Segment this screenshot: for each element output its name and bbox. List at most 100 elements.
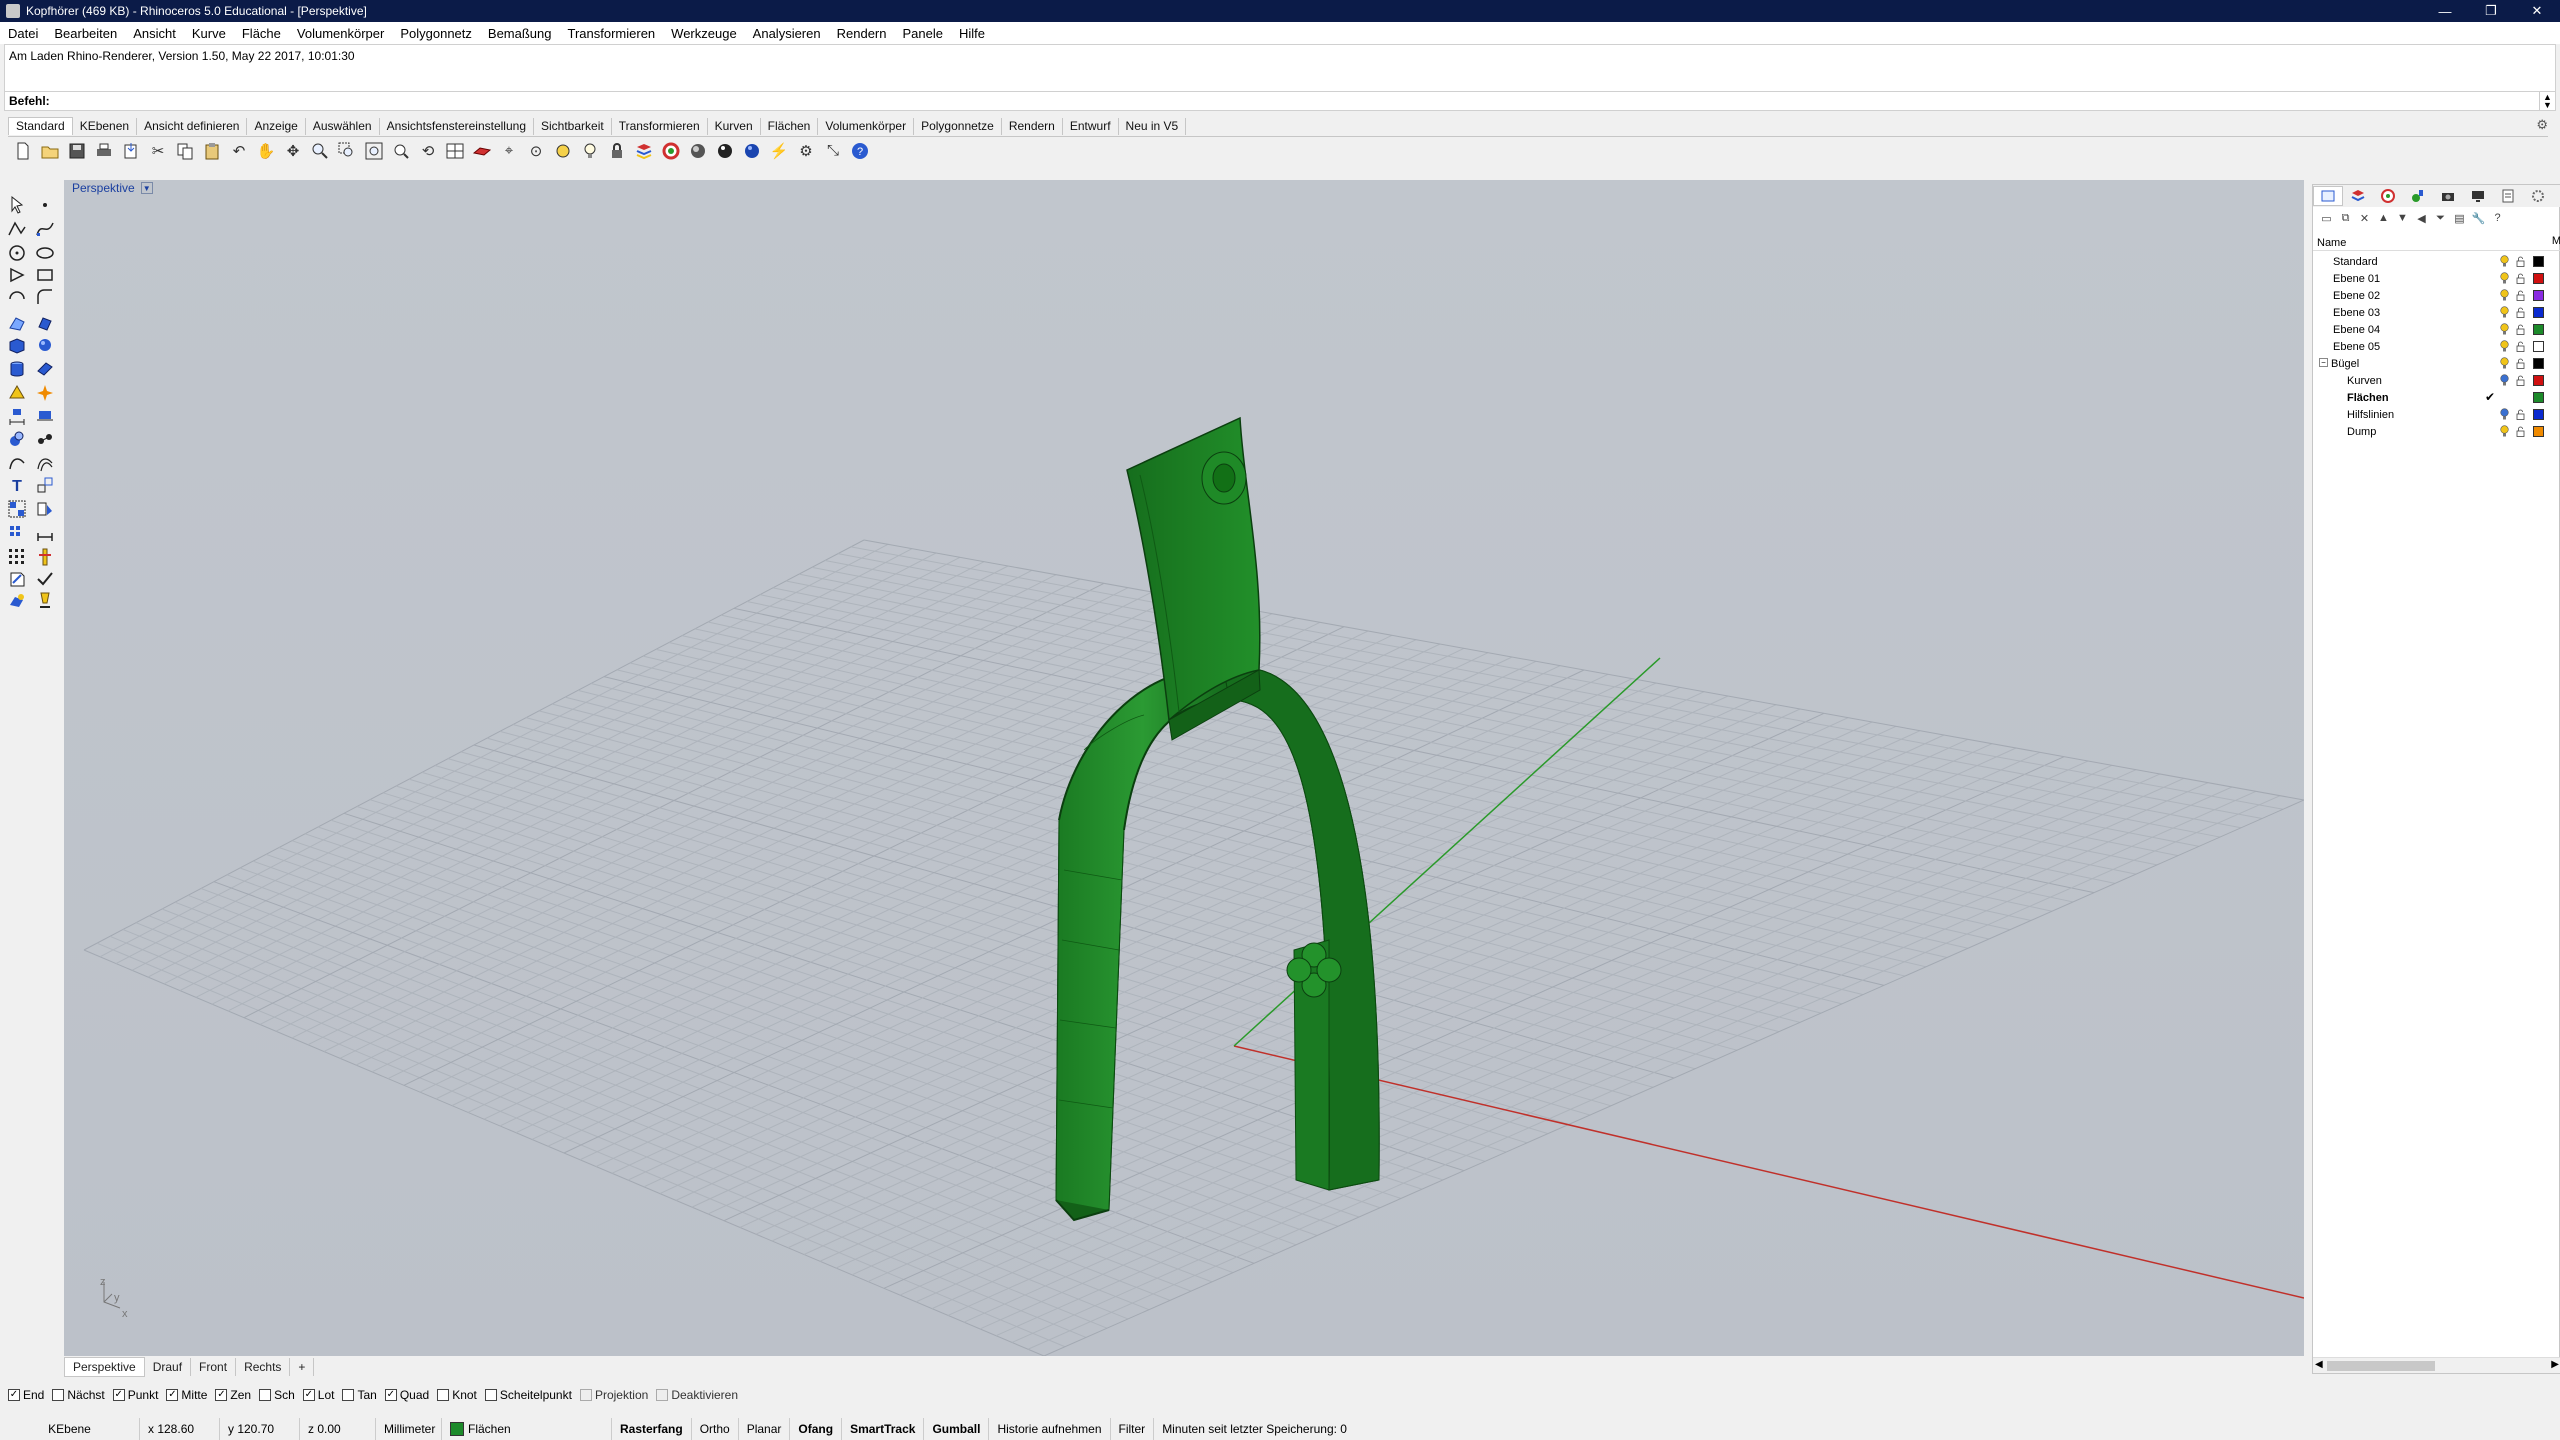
open-file-icon[interactable] [39,140,61,162]
osnap-checkbox[interactable]: ✓ [8,1389,20,1401]
status-toggle-planar[interactable]: Planar [739,1418,791,1440]
offset-curve-icon[interactable] [34,452,56,474]
select-arrow-icon[interactable] [6,194,28,216]
menu-fläche[interactable]: Fläche [234,26,289,41]
viewport-menu-arrow-icon[interactable]: ▼ [140,182,153,194]
move-up-icon[interactable]: ▲ [2374,210,2393,226]
toolbar-tab-sichtbarkeit[interactable]: Sichtbarkeit [534,118,612,135]
toolbar-options-gear-icon[interactable]: ⚙ [2536,117,2548,133]
light-bulb-icon[interactable] [579,140,601,162]
status-toggle-rasterfang[interactable]: Rasterfang [612,1418,692,1440]
layers-tab-icon[interactable] [2343,186,2373,206]
layer-lock-icon[interactable] [2516,256,2525,267]
menu-volumenkörper[interactable]: Volumenkörper [289,26,392,41]
viewport-tab-perspektive[interactable]: Perspektive [64,1357,145,1377]
menu-bearbeiten[interactable]: Bearbeiten [46,26,125,41]
analyze-ruler-icon[interactable] [34,546,56,568]
print-icon[interactable] [93,140,115,162]
camera-tab-icon[interactable] [2433,186,2463,206]
osnap-sch[interactable]: Sch [259,1388,295,1402]
array-icon[interactable] [6,522,28,544]
layer-visibility-bulb-icon[interactable] [2500,408,2509,420]
layer-visibility-bulb-icon[interactable] [2500,289,2509,301]
minimize-button[interactable]: — [2422,0,2468,22]
move-down-icon[interactable]: ▼ [2393,210,2412,226]
toolbar-tab-entwurf[interactable]: Entwurf [1063,118,1119,135]
layer-lock-icon[interactable] [2516,341,2525,352]
box-icon[interactable] [6,334,28,356]
layer-visibility-bulb-icon[interactable] [2500,272,2509,284]
osnap-projektion[interactable]: Projektion [579,1388,648,1402]
cut-icon[interactable]: ✂ [147,140,169,162]
toolbar-tab-kurven[interactable]: Kurven [708,118,761,135]
viewport-tab-rechts[interactable]: Rechts [236,1358,291,1376]
surface-from-curves-icon[interactable] [6,312,28,334]
mesh-icon[interactable] [6,382,28,404]
osnap-end[interactable]: ✓ End [8,1388,44,1402]
status-toggle-ofang[interactable]: Ofang [790,1418,843,1440]
new-file-icon[interactable] [12,140,34,162]
add-viewport-tab-button[interactable]: + [290,1358,315,1376]
osnap-punkt[interactable]: ✓ Punkt [112,1388,158,1402]
osnap-checkbox[interactable] [579,1389,592,1401]
viewport-tab-front[interactable]: Front [191,1358,237,1376]
array-grid-icon[interactable] [6,546,28,568]
layer-color-swatch[interactable] [2533,392,2544,403]
scroll-thumb[interactable] [2327,1361,2435,1371]
polygon-icon[interactable] [6,264,28,286]
rendered-sphere-icon[interactable] [714,140,736,162]
scroll-left-icon[interactable]: ◀ [2315,1359,2323,1370]
layer-row[interactable]: Kurven [2313,372,2560,389]
delete-layer-icon[interactable]: ✕ [2355,210,2374,226]
undo-icon[interactable]: ↶ [228,140,250,162]
current-layer-check-icon[interactable]: ✔ [2485,390,2495,404]
osnap-scheitelpunkt[interactable]: Scheitelpunkt [484,1388,572,1402]
check-icon[interactable] [34,568,56,590]
layer-row[interactable]: − Bügel [2313,355,2560,372]
layer-lock-icon[interactable] [2516,307,2525,318]
render-icon[interactable] [741,140,763,162]
osnap-checkbox[interactable] [656,1389,669,1401]
restore-button[interactable]: ❐ [2468,0,2514,22]
status-layer[interactable]: Flächen [442,1418,612,1440]
osnap-tan[interactable]: Tan [342,1388,377,1402]
menu-transformieren[interactable]: Transformieren [560,26,664,41]
layer-visibility-bulb-icon[interactable] [2500,374,2509,386]
import-icon[interactable] [120,140,142,162]
layer-color-swatch[interactable] [2533,341,2544,352]
menu-hilfe[interactable]: Hilfe [951,26,993,41]
help-icon[interactable]: ? [849,140,871,162]
filter-icon[interactable]: ⏷ [2431,210,2450,226]
lock-icon[interactable] [606,140,628,162]
cplane-icon[interactable] [471,140,493,162]
toolbar-tab-anzeige[interactable]: Anzeige [247,118,306,135]
layer-color-swatch[interactable] [2533,273,2544,284]
cylinder-icon[interactable] [6,358,28,380]
copy-icon[interactable] [174,140,196,162]
menu-bemaßung[interactable]: Bemaßung [480,26,560,41]
layer-help-icon[interactable]: ? [2488,210,2507,226]
layer-visibility-bulb-icon[interactable] [2500,323,2509,335]
zoom-icon[interactable] [309,140,331,162]
perspective-viewport[interactable]: z y x [64,180,2304,1356]
menu-panele[interactable]: Panele [894,26,950,41]
osnap-checkbox[interactable]: ✓ [302,1389,315,1401]
layer-color-swatch[interactable] [2533,290,2544,301]
solid-tools-icon[interactable] [6,428,28,450]
layer-color-swatch[interactable] [2533,358,2544,369]
light-tools-icon[interactable] [34,590,56,612]
save-icon[interactable] [66,140,88,162]
layer-row[interactable]: Standard [2313,253,2560,270]
toolbar-tab-ansichtsfenstereinstellung[interactable]: Ansichtsfenstereinstellung [380,118,534,135]
zoom-selected-icon[interactable] [390,140,412,162]
ellipse-icon[interactable] [34,242,56,264]
panel-horizontal-scrollbar[interactable]: ◀ ▶ [2313,1357,2560,1373]
osnap-checkbox[interactable]: ✓ [112,1389,125,1401]
toolbar-tab-neu-in-v5[interactable]: Neu in V5 [1119,118,1187,135]
select-objects-icon[interactable]: ⊙ [525,140,547,162]
osnap-checkbox[interactable]: ✓ [166,1389,179,1401]
layer-lock-icon[interactable] [2516,324,2525,335]
menu-datei[interactable]: Datei [0,26,46,41]
layer-state-icon[interactable]: ▤ [2450,210,2469,226]
scroll-right-icon[interactable]: ▶ [2551,1359,2559,1370]
